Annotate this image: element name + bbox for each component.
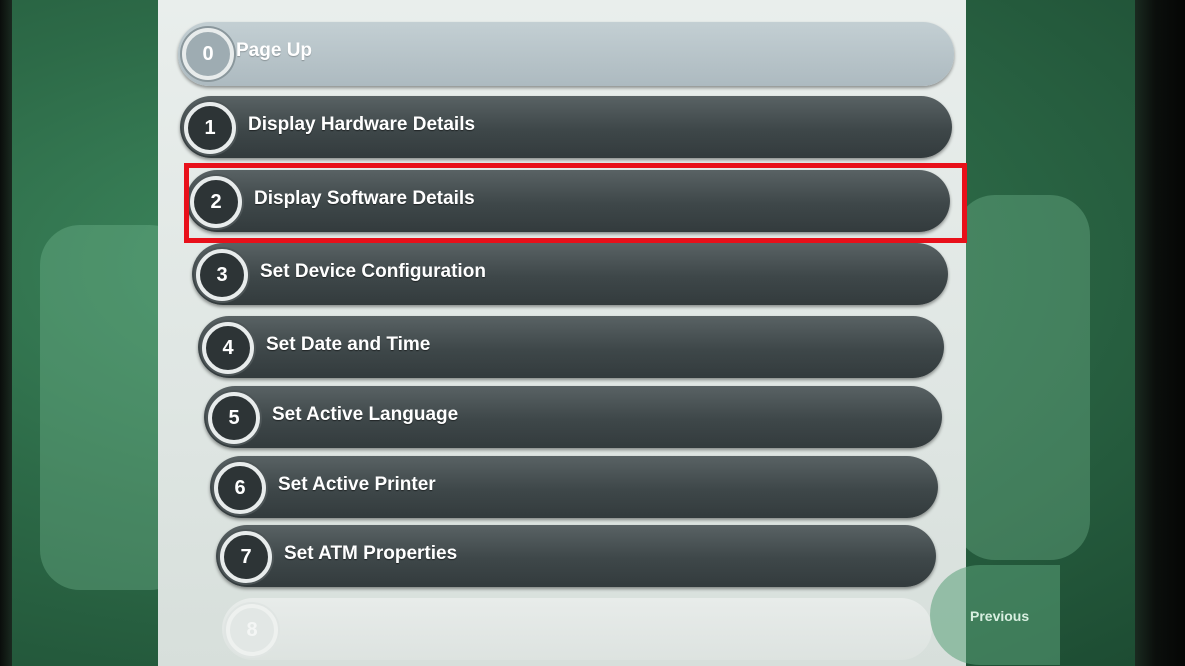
menu-item-set-active-printer[interactable]: 6 Set Active Printer xyxy=(210,456,938,518)
menu-item-label: Set Date and Time xyxy=(266,334,431,355)
menu-item-page-up[interactable]: 0 Page Up xyxy=(178,22,954,86)
menu-item-set-atm-properties[interactable]: 7 Set ATM Properties xyxy=(216,525,936,587)
menu-item-number: 0 xyxy=(182,28,234,80)
menu-item-number: 4 xyxy=(202,322,254,374)
menu-item-number: 1 xyxy=(184,102,236,154)
menu-item-empty: 8 xyxy=(222,598,932,660)
menu-item-label: Page Up xyxy=(236,40,313,61)
atm-screen: 0 Page Up 1 Display Hardware Details 2 D… xyxy=(0,0,1185,666)
menu-item-label: Set Device Configuration xyxy=(260,261,486,282)
menu-item-display-hardware[interactable]: 1 Display Hardware Details xyxy=(180,96,952,158)
menu-item-set-device-config[interactable]: 3 Set Device Configuration xyxy=(192,243,948,305)
menu-item-set-active-language[interactable]: 5 Set Active Language xyxy=(204,386,942,448)
menu-item-number: 6 xyxy=(214,462,266,514)
right-bezel xyxy=(1135,0,1185,666)
previous-button-label: Previous xyxy=(970,608,1030,624)
menu-item-label: Set Active Language xyxy=(272,404,459,425)
menu-item-number: 7 xyxy=(220,531,272,583)
menu-item-number: 5 xyxy=(208,392,260,444)
right-side-panel xyxy=(955,195,1090,560)
menu-item-number: 3 xyxy=(196,249,248,301)
menu-item-label: Set ATM Properties xyxy=(284,543,458,564)
menu-item-label: Set Active Printer xyxy=(278,474,436,495)
menu-item-label: Display Hardware Details xyxy=(248,114,476,135)
selection-highlight xyxy=(184,163,967,243)
menu-item-set-date-time[interactable]: 4 Set Date and Time xyxy=(198,316,944,378)
left-bezel xyxy=(0,0,12,666)
menu-item-number: 8 xyxy=(226,604,278,656)
